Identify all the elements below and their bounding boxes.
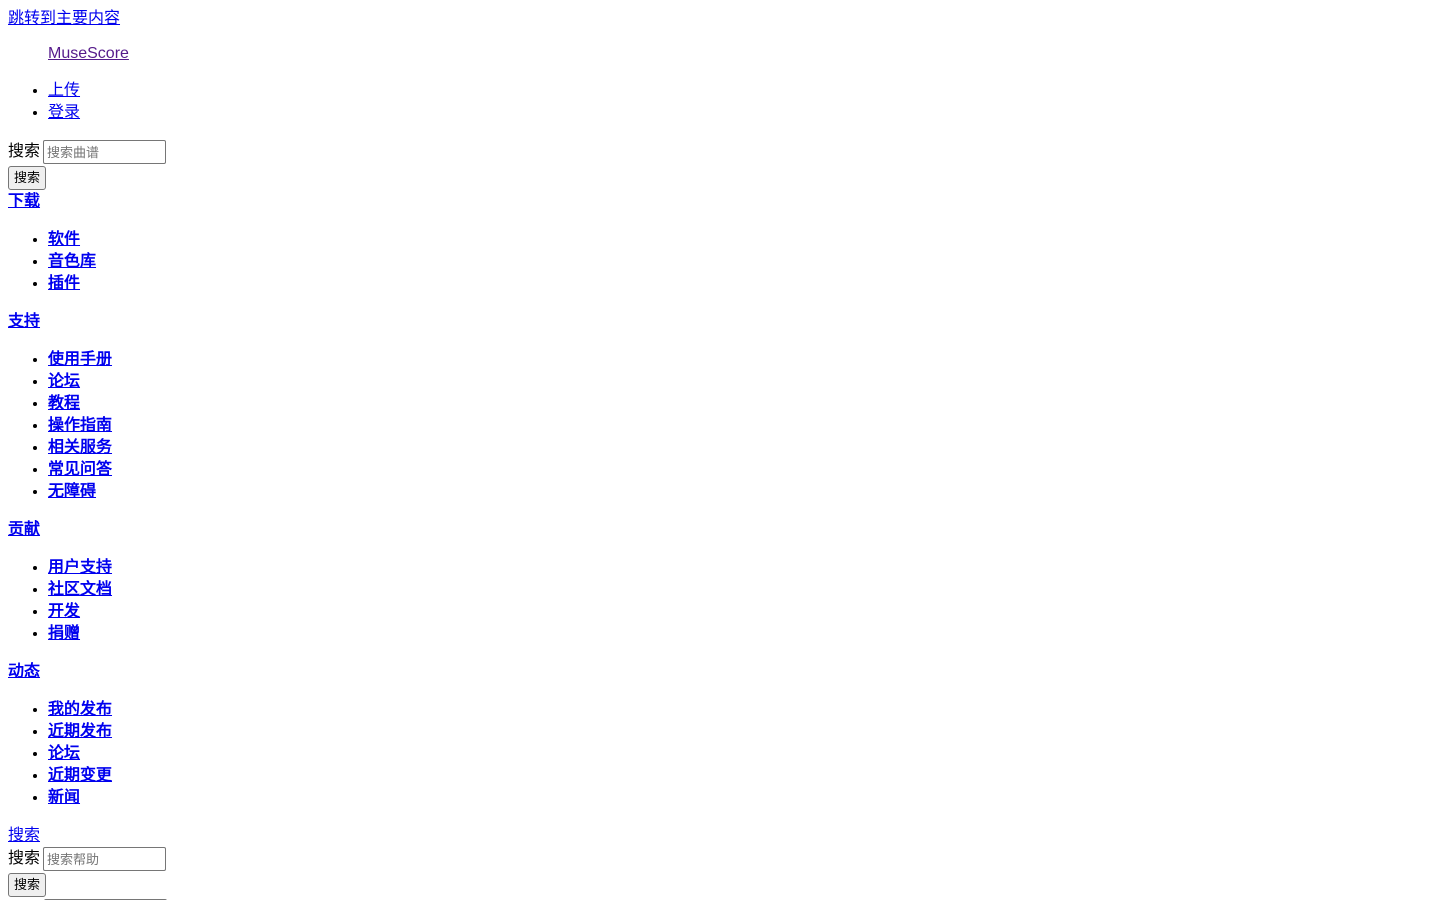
site-search-row: 搜索 (8, 140, 1432, 164)
section-heading-contribute: 贡献 (8, 519, 1432, 541)
list-item: 教程 (48, 393, 1432, 415)
section-link-contribute[interactable]: 贡献 (8, 521, 40, 538)
list-item: 操作指南 (48, 415, 1432, 437)
list-item: 常见问答 (48, 459, 1432, 481)
support-handbook-link[interactable]: 使用手册 (48, 351, 112, 368)
section-link-download[interactable]: 下载 (8, 193, 40, 210)
activity-recent-posts-link[interactable]: 近期发布 (48, 723, 112, 740)
list-item: 近期变更 (48, 765, 1432, 787)
contribute-documentation-link[interactable]: 社区文档 (48, 581, 112, 598)
support-services-link[interactable]: 相关服务 (48, 439, 112, 456)
help-search-input[interactable] (43, 847, 167, 871)
section-heading-activity: 动态 (8, 661, 1432, 683)
support-accessibility-link[interactable]: 无障碍 (48, 483, 96, 500)
site-search-input[interactable] (43, 140, 167, 164)
site-search-button[interactable]: 搜索 (8, 166, 47, 190)
section-link-support[interactable]: 支持 (8, 313, 40, 330)
list-item: 我的发布 (48, 699, 1432, 721)
section-list-support: 使用手册 论坛 教程 操作指南 相关服务 常见问答 无障碍 (8, 349, 1432, 503)
download-software-link[interactable]: 软件 (48, 231, 80, 248)
top-nav-item-upload: 上传 (48, 80, 1432, 102)
list-item: 新闻 (48, 787, 1432, 809)
list-item: 音色库 (48, 251, 1432, 273)
section-heading-support: 支持 (8, 311, 1432, 333)
list-item: 相关服务 (48, 437, 1432, 459)
upload-link[interactable]: 上传 (48, 82, 80, 99)
activity-my-posts-link[interactable]: 我的发布 (48, 701, 112, 718)
support-tutorials-link[interactable]: 教程 (48, 395, 80, 412)
section-link-activity[interactable]: 动态 (8, 663, 40, 680)
download-plugins-link[interactable]: 插件 (48, 275, 80, 292)
contribute-development-link[interactable]: 开发 (48, 603, 80, 620)
site-search-label: 搜索 (8, 143, 41, 160)
list-item: 论坛 (48, 743, 1432, 765)
activity-recent-changes-link[interactable]: 近期变更 (48, 767, 112, 784)
support-forum-link[interactable]: 论坛 (48, 373, 80, 390)
support-faq-link[interactable]: 常见问答 (48, 461, 112, 478)
activity-forum-link[interactable]: 论坛 (48, 745, 80, 762)
list-item: 捐赠 (48, 623, 1432, 645)
help-search-link[interactable]: 搜索 (8, 825, 1432, 847)
list-item: 近期发布 (48, 721, 1432, 743)
section-list-download: 软件 音色库 插件 (8, 229, 1432, 295)
section-list-activity: 我的发布 近期发布 论坛 近期变更 新闻 (8, 699, 1432, 809)
list-item: 社区文档 (48, 579, 1432, 601)
support-howtos-link[interactable]: 操作指南 (48, 417, 112, 434)
top-nav-item-login: 登录 (48, 102, 1432, 124)
list-item: 开发 (48, 601, 1432, 623)
list-item: 软件 (48, 229, 1432, 251)
section-list-contribute: 用户支持 社区文档 开发 捐赠 (8, 557, 1432, 645)
contribute-donate-link[interactable]: 捐赠 (48, 625, 80, 642)
list-item: 论坛 (48, 371, 1432, 393)
contribute-user-support-link[interactable]: 用户支持 (48, 559, 112, 576)
help-search-row: 搜索 (8, 847, 1432, 871)
musescore-brand-link[interactable]: MuseScore (48, 43, 1432, 65)
activity-news-link[interactable]: 新闻 (48, 789, 80, 806)
section-heading-download: 下载 (8, 191, 1432, 213)
help-search-label: 搜索 (8, 850, 41, 867)
top-nav: 上传 登录 (8, 80, 1432, 124)
download-soundfonts-link[interactable]: 音色库 (48, 253, 96, 270)
login-link[interactable]: 登录 (48, 104, 80, 121)
list-item: 用户支持 (48, 557, 1432, 579)
skip-to-main-content-link[interactable]: 跳转到主要内容 (8, 8, 1432, 30)
list-item: 插件 (48, 273, 1432, 295)
page: 跳转到主要内容 MuseScore 上传 登录 搜索 搜索 下载 软件 音色库 … (0, 0, 1440, 900)
list-item: 使用手册 (48, 349, 1432, 371)
list-item: 无障碍 (48, 481, 1432, 503)
help-search-button[interactable]: 搜索 (8, 873, 47, 897)
